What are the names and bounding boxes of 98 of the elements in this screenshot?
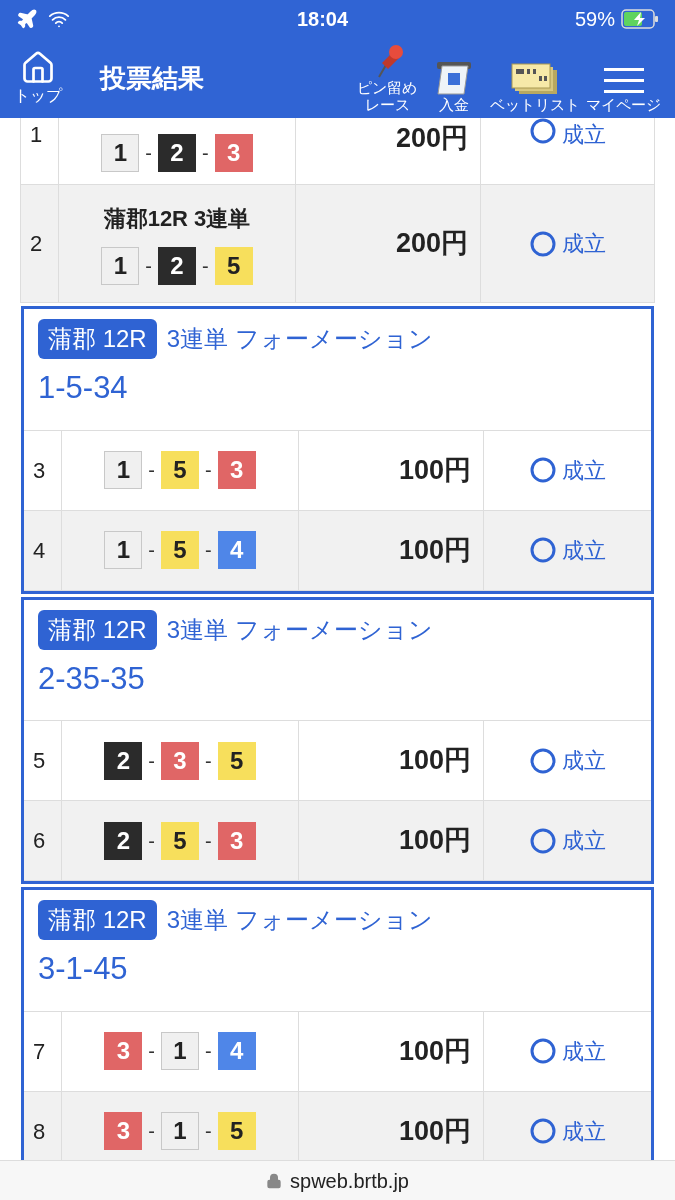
dash: - xyxy=(145,141,152,166)
boat-number: 5 xyxy=(161,451,199,489)
dash: - xyxy=(148,1119,155,1144)
boat-number: 2 xyxy=(104,821,143,860)
boat-number: 3 xyxy=(214,134,253,172)
circle-icon xyxy=(529,230,556,257)
boat-number: 1 xyxy=(101,134,140,172)
row-number: 2 xyxy=(30,230,43,258)
boat-number: 1 xyxy=(101,247,140,285)
boat-number: 3 xyxy=(161,741,199,780)
boat-number: 4 xyxy=(217,531,256,569)
row-number: 6 xyxy=(33,827,46,855)
circle-icon xyxy=(529,1118,556,1144)
dash: - xyxy=(202,254,209,279)
boat-number: 5 xyxy=(214,247,253,285)
dash: - xyxy=(148,1039,155,1064)
toolbar-button[interactable]: マイページ xyxy=(586,66,661,113)
bet-status: 成立 xyxy=(561,121,606,149)
page-title: 投票結果 xyxy=(100,61,204,95)
circle-icon xyxy=(529,1038,556,1064)
circle-icon xyxy=(529,827,556,854)
row-number: 7 xyxy=(33,1037,46,1066)
menu-icon xyxy=(603,66,644,96)
boat-number: 1 xyxy=(161,1112,199,1150)
bet-status: 成立 xyxy=(561,536,606,565)
dash: - xyxy=(205,538,212,563)
dash: - xyxy=(205,748,212,774)
tickets-icon xyxy=(511,62,559,96)
circle-icon xyxy=(529,747,556,774)
dash: - xyxy=(205,1039,212,1064)
boat-number: 1 xyxy=(104,531,143,569)
clock: 18:04 xyxy=(296,7,349,32)
bet-status: 成立 xyxy=(561,1037,606,1066)
battery-icon xyxy=(621,9,659,29)
bet-status: 成立 xyxy=(561,456,606,485)
bet-status: 成立 xyxy=(561,747,606,775)
boat-number: 2 xyxy=(158,247,196,285)
boat-number: 4 xyxy=(217,1032,256,1070)
boat-number: 2 xyxy=(158,134,196,172)
boat-number: 3 xyxy=(217,821,256,860)
bet-amount: 200円 xyxy=(395,227,468,261)
circle-icon xyxy=(529,457,556,483)
bet-amount: 100円 xyxy=(398,824,471,858)
boat-number: 3 xyxy=(104,1112,143,1150)
venue-badge: 蒲郡 12R xyxy=(38,609,157,650)
url-bar[interactable]: spweb.brtb.jp xyxy=(0,1160,675,1200)
bet-amount: 100円 xyxy=(398,744,471,778)
venue-badge: 蒲郡 12R xyxy=(38,900,157,940)
bet-type: 3連単 フォーメーション xyxy=(166,905,433,935)
row-number: 8 xyxy=(33,1117,46,1146)
battery-percent: 59% xyxy=(574,7,615,32)
boat-number: 5 xyxy=(161,531,199,569)
row-number: 3 xyxy=(33,456,46,485)
combination: 3-1-45 xyxy=(38,950,129,988)
boat-number: 5 xyxy=(217,741,256,780)
dash: - xyxy=(205,828,212,854)
boat-number: 1 xyxy=(104,451,143,489)
bet-status: 成立 xyxy=(561,1117,606,1146)
boat-number: 3 xyxy=(104,1032,143,1070)
combination: 2-35-35 xyxy=(38,659,146,698)
home-icon xyxy=(20,50,56,86)
toolbar-button[interactable]: ベットリスト xyxy=(490,62,580,113)
combination: 1-5-34 xyxy=(38,369,129,407)
row-number: 1 xyxy=(30,121,43,149)
bet-status: 成立 xyxy=(561,827,606,855)
url-text: spweb.brtb.jp xyxy=(290,1168,409,1194)
dash: - xyxy=(148,828,155,854)
boat-number: 5 xyxy=(217,1112,256,1150)
dash: - xyxy=(148,748,155,774)
dash: - xyxy=(145,254,152,279)
home-button[interactable]: トップ xyxy=(14,50,62,106)
bet-amount: 100円 xyxy=(398,1034,471,1068)
toolbar-button[interactable]: 入金 xyxy=(424,60,484,113)
bet-amount: 100円 xyxy=(398,533,471,567)
dash: - xyxy=(205,458,212,483)
boat-number: 5 xyxy=(161,821,199,860)
bet-amount: 100円 xyxy=(398,453,471,487)
bet-amount: 200円 xyxy=(395,122,468,155)
dash: - xyxy=(202,141,209,166)
boat-number: 1 xyxy=(161,1032,199,1070)
dash: - xyxy=(205,1119,212,1144)
row-number: 4 xyxy=(33,536,46,565)
bet-status: 成立 xyxy=(561,230,606,258)
boat-number: 2 xyxy=(104,741,143,780)
boat-number: 3 xyxy=(217,451,256,489)
dash: - xyxy=(148,538,155,563)
card-slot-icon xyxy=(434,60,474,96)
toolbar-button[interactable]: ピン留めレース xyxy=(356,43,418,113)
dash: - xyxy=(148,458,155,483)
circle-icon xyxy=(529,537,556,563)
bet-type: 3連単 フォーメーション xyxy=(166,614,433,645)
race-label: 蒲郡12R 3連単 xyxy=(103,205,251,233)
airplane-icon xyxy=(16,8,38,30)
bet-amount: 100円 xyxy=(398,1114,471,1148)
venue-badge: 蒲郡 12R xyxy=(38,319,157,359)
bet-type: 3連単 フォーメーション xyxy=(166,324,433,354)
lock-icon xyxy=(266,1172,282,1189)
row-number: 5 xyxy=(33,747,46,775)
